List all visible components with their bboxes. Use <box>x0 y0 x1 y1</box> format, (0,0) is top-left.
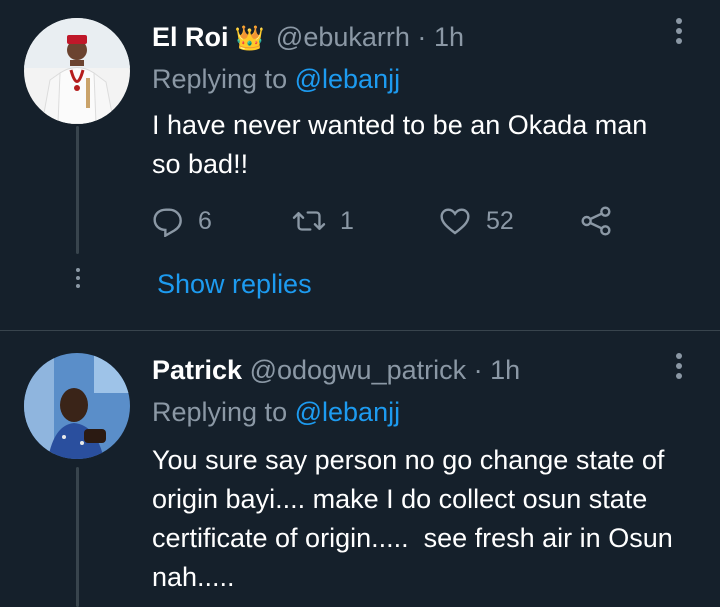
thread-line <box>76 126 79 254</box>
retweet-icon <box>292 211 326 231</box>
like-count: 52 <box>486 206 514 235</box>
handle[interactable]: @odogwu_patrick <box>250 355 467 385</box>
separator-dot: · <box>417 22 427 52</box>
replying-to: Replying to @lebanjj <box>152 395 400 429</box>
replying-prefix: Replying to <box>152 397 288 427</box>
tweet-header: Patrick @odogwu_patrick · 1h <box>152 353 520 387</box>
tweet-header: El Roi 👑 @ebukarrh · 1h <box>152 20 464 56</box>
timestamp[interactable]: 1h <box>490 355 520 385</box>
avatar-el-roi[interactable] <box>24 18 130 124</box>
retweet-button[interactable]: 1 <box>292 196 354 246</box>
crown-emoji: 👑 <box>234 25 265 52</box>
replying-to: Replying to @lebanjj <box>152 62 400 96</box>
tweet-text: You sure say person no go change state o… <box>152 445 681 592</box>
mention-link[interactable]: @lebanjj <box>295 64 400 94</box>
more-options-icon[interactable] <box>676 353 682 383</box>
thread-line <box>76 467 79 607</box>
share-icon <box>581 206 611 236</box>
replying-prefix: Replying to <box>152 64 288 94</box>
reply-count: 6 <box>198 206 212 235</box>
tweet-actions: 6 1 52 <box>152 196 632 246</box>
handle[interactable]: @ebukarrh <box>276 22 410 52</box>
display-name[interactable]: El Roi <box>152 22 229 52</box>
show-replies-link[interactable]: Show replies <box>157 265 312 303</box>
reply-icon <box>153 208 182 237</box>
more-options-icon[interactable] <box>676 18 682 48</box>
mention-link[interactable]: @lebanjj <box>295 397 400 427</box>
thread-more-dots[interactable] <box>76 268 80 292</box>
separator-dot: · <box>473 355 483 385</box>
timestamp[interactable]: 1h <box>434 22 464 52</box>
tweet-reply-patrick[interactable]: Patrick @odogwu_patrick · 1h Replying to… <box>0 331 720 607</box>
tweet-reply-el-roi[interactable]: El Roi 👑 @ebukarrh · 1h Replying to @leba… <box>0 0 720 330</box>
like-icon <box>440 208 470 235</box>
reply-button[interactable]: 6 <box>152 196 212 246</box>
like-button[interactable]: 52 <box>438 196 514 246</box>
display-name[interactable]: Patrick <box>152 355 242 385</box>
tweet-text: I have never wanted to be an Okada man s… <box>152 110 648 179</box>
share-button[interactable] <box>580 196 612 246</box>
retweet-count: 1 <box>340 206 354 235</box>
avatar-patrick[interactable] <box>24 353 130 459</box>
